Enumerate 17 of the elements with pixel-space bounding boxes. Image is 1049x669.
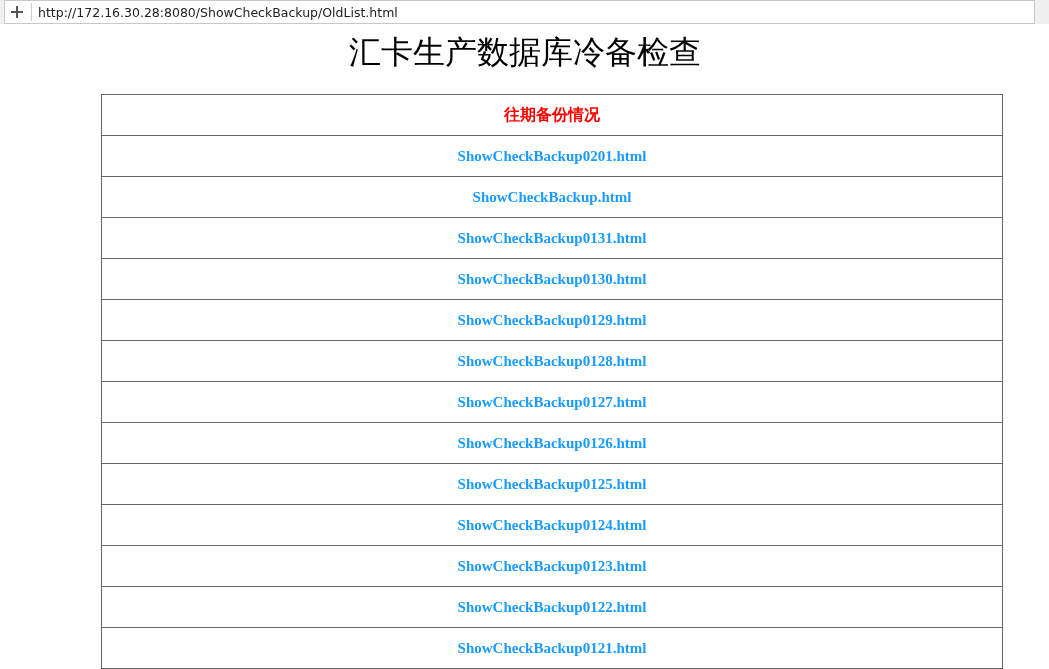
backup-link[interactable]: ShowCheckBackup0121.html	[457, 639, 647, 657]
backup-link[interactable]: ShowCheckBackup0126.html	[457, 434, 647, 452]
backup-link[interactable]: ShowCheckBackup0129.html	[457, 311, 647, 329]
backup-link[interactable]: ShowCheckBackup0130.html	[457, 270, 647, 288]
plus-icon[interactable]	[11, 6, 23, 18]
backup-link[interactable]: ShowCheckBackup0131.html	[457, 229, 647, 247]
backup-link[interactable]: ShowCheckBackup0125.html	[457, 475, 647, 493]
backup-link[interactable]: ShowCheckBackup0122.html	[457, 598, 647, 616]
backup-link[interactable]: ShowCheckBackup0124.html	[457, 516, 647, 534]
backup-link[interactable]: ShowCheckBackup0128.html	[457, 352, 647, 370]
backup-link[interactable]: ShowCheckBackup0123.html	[457, 557, 647, 575]
backup-link[interactable]: ShowCheckBackup0127.html	[457, 393, 647, 411]
address-field[interactable]: http://172.16.30.28:8080/ShowCheckBackup/OldList.html	[4, 0, 1035, 24]
backup-link[interactable]: ShowCheckBackup0201.html	[457, 147, 647, 165]
backup-link[interactable]: ShowCheckBackup.html	[472, 188, 632, 206]
page-title: 汇卡生产数据库冷备检查	[347, 33, 702, 72]
table-header: 往期备份情况	[504, 104, 600, 125]
